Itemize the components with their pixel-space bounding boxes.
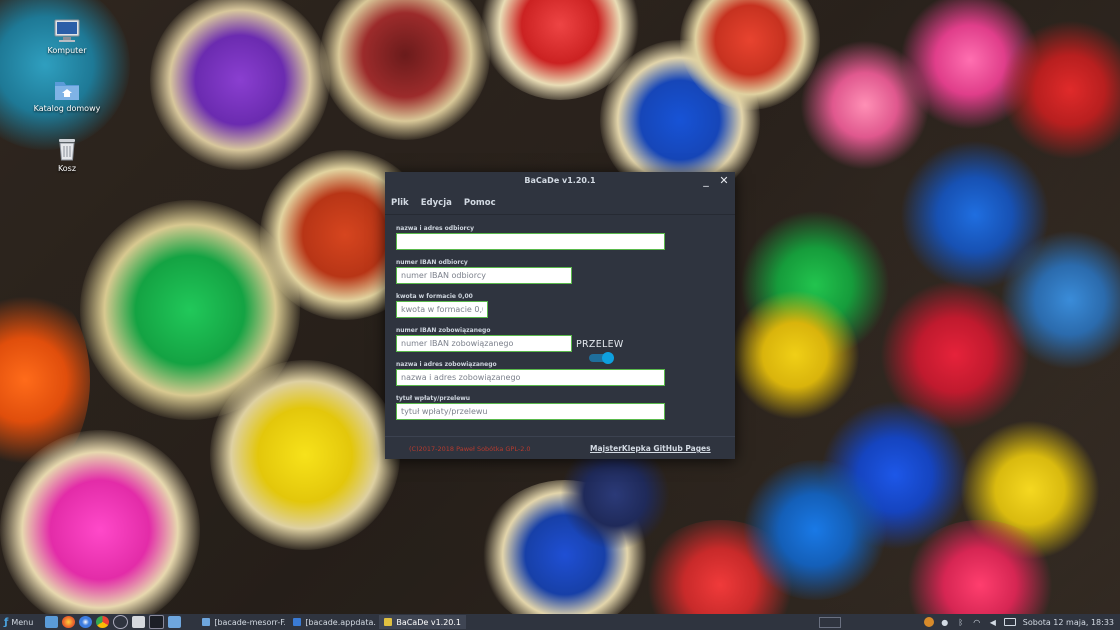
recipient-iban-label: numer IBAN odbiorcy — [396, 259, 468, 266]
copyright-text: (C)2017-2018 Paweł Sobótka GPL-2.0 — [409, 445, 531, 453]
window-titlebar[interactable]: BaCaDe v1.20.1 _ ✕ — [385, 172, 735, 192]
task-label: [bacade.appdata... — [305, 617, 377, 627]
toggle-knob — [602, 352, 614, 364]
desktop-icon-home-folder[interactable]: Katalog domowy — [32, 78, 102, 113]
mode-toggle[interactable] — [589, 352, 614, 364]
recipient-input[interactable] — [396, 233, 665, 250]
amount-label: kwota w formacie 0,00 — [396, 293, 473, 300]
desktop-icon-label: Komputer — [47, 46, 87, 55]
payer-label: nazwa i adres zobowiązanego — [396, 361, 497, 368]
menu-plik[interactable]: Plik — [391, 198, 409, 208]
task-label: BaCaDe v1.20.1 — [396, 617, 462, 627]
close-button[interactable]: ✕ — [717, 174, 731, 188]
firefox-icon[interactable] — [62, 616, 76, 628]
desktop-icon-label: Kosz — [57, 164, 77, 173]
files-icon[interactable] — [168, 616, 182, 628]
window-title: BaCaDe v1.20.1 — [524, 176, 596, 185]
recipient-iban-input[interactable] — [396, 267, 572, 284]
amount-input[interactable] — [396, 301, 488, 318]
menu-edycja[interactable]: Edycja — [421, 198, 452, 208]
task-bacade-window[interactable]: BaCaDe v1.20.1 — [379, 615, 467, 629]
bacade-app-icon — [384, 618, 393, 626]
mode-label: PRZELEW — [576, 339, 624, 350]
package-manager-icon[interactable] — [132, 616, 146, 628]
system-tray: ● ᛒ ◠ ◀ Sobota 12 maja, 18:33 — [816, 614, 1120, 630]
desktop-icon-trash[interactable]: Kosz — [32, 136, 102, 173]
mint-logo-icon: ƒ — [4, 616, 9, 628]
show-desktop-icon[interactable] — [45, 616, 59, 628]
bluetooth-icon[interactable]: ᛒ — [956, 617, 966, 627]
desktop-icon-label: Katalog domowy — [33, 104, 101, 113]
recipient-label: nazwa i adres odbiorcy — [396, 225, 474, 232]
folder-icon — [202, 618, 211, 626]
github-pages-link[interactable]: MajsterKlepka GitHub Pages — [590, 444, 711, 453]
computer-icon — [54, 19, 80, 42]
browser-icon[interactable] — [79, 616, 93, 628]
task-bacade-folder[interactable]: [bacade-mesorr-F... — [197, 615, 285, 629]
battery-icon[interactable] — [1003, 618, 1016, 626]
editor-icon — [293, 618, 302, 626]
wifi-icon[interactable]: ◠ — [972, 617, 982, 627]
taskbar: ƒ Menu [bacade-mesorr-F... [bacade.appda… — [0, 614, 1120, 630]
transfer-form: nazwa i adres odbiorcy numer IBAN odbior… — [385, 215, 735, 433]
menu-pomoc[interactable]: Pomoc — [464, 198, 496, 208]
clock[interactable]: Sobota 12 maja, 18:33 — [1023, 618, 1114, 627]
update-manager-icon[interactable] — [923, 617, 934, 627]
payer-input[interactable] — [396, 369, 665, 386]
task-label: [bacade-mesorr-F... — [214, 617, 286, 627]
volume-icon[interactable]: ◀ — [988, 617, 998, 627]
payer-iban-input[interactable] — [396, 335, 572, 352]
desktop-icon-computer[interactable]: Komputer — [32, 18, 102, 55]
home-folder-icon — [55, 82, 79, 100]
payer-iban-label: numer IBAN zobowiązanego — [396, 327, 491, 334]
user-icon[interactable]: ● — [940, 617, 950, 627]
transfer-title-input[interactable] — [396, 403, 665, 420]
menu-bar: Plik Edycja Pomoc — [385, 192, 735, 215]
chrome-icon[interactable] — [96, 616, 110, 628]
bacade-window: BaCaDe v1.20.1 _ ✕ Plik Edycja Pomoc naz… — [385, 172, 735, 459]
start-menu-button[interactable]: ƒ Menu — [0, 617, 37, 628]
terminal-icon[interactable] — [149, 615, 165, 629]
workspace-switcher-icon[interactable] — [818, 616, 841, 628]
transfer-title-label: tytuł wpłaty/przelewu — [396, 395, 471, 402]
task-bacade-appdata[interactable]: [bacade.appdata... — [288, 615, 376, 629]
minimize-button[interactable]: _ — [699, 174, 713, 188]
start-menu-label: Menu — [11, 617, 34, 627]
trash-icon — [59, 139, 75, 161]
window-footer: (C)2017-2018 Paweł Sobótka GPL-2.0 Majst… — [385, 436, 735, 457]
network-app-icon[interactable] — [113, 615, 129, 629]
